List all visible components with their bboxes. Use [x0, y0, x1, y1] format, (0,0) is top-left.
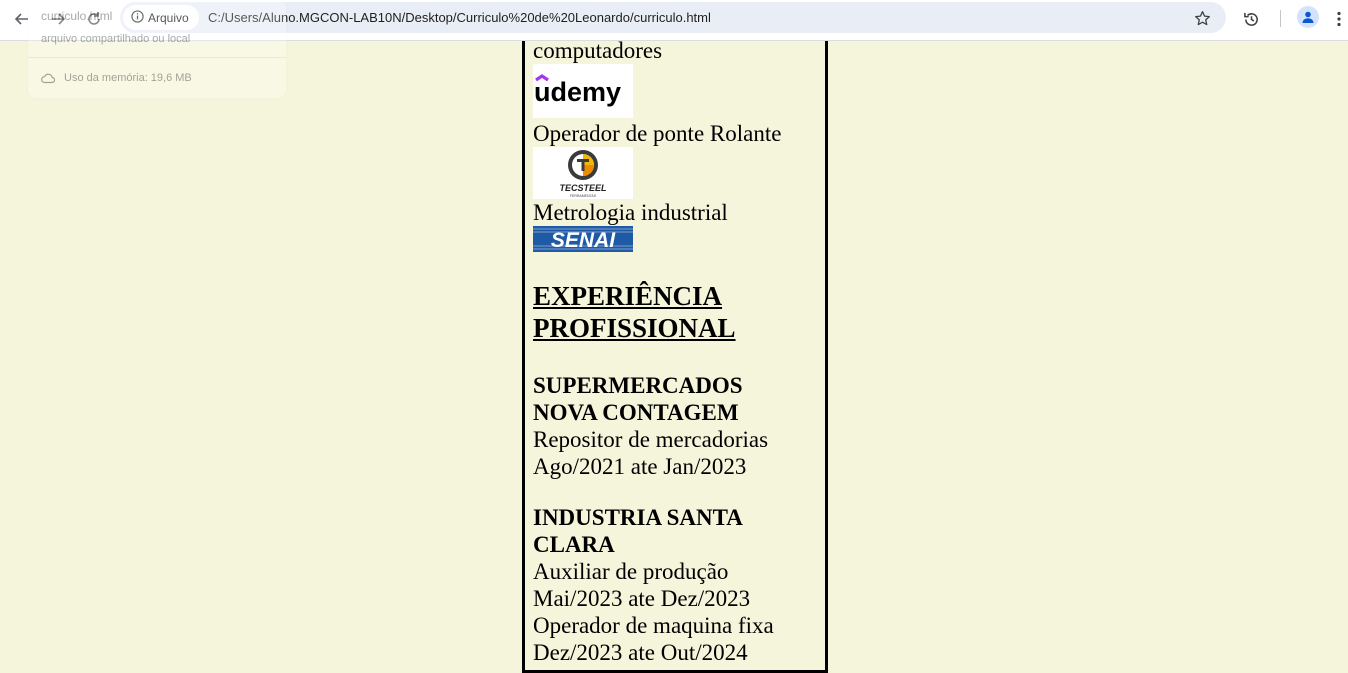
more-icon[interactable]	[1330, 5, 1348, 33]
star-icon[interactable]	[1189, 5, 1215, 31]
cloud-icon	[41, 71, 56, 89]
svg-text:FERRAMENTAS: FERRAMENTAS	[570, 194, 597, 198]
experience-heading-line2: PROFISSIONAL	[533, 313, 736, 343]
experience-heading-line1: EXPERIÊNCIA	[533, 281, 723, 311]
curriculum-box: computadores udemy Operador de ponte Rol…	[522, 0, 828, 673]
hover-card-memory: Uso da memória: 19,6 MB	[64, 72, 192, 84]
udemy-logo: udemy	[533, 64, 633, 118]
course-text: computadores	[533, 38, 663, 63]
company-name: INDUSTRIA SANTA	[533, 505, 743, 530]
job-role: Repositor de mercadorias	[533, 427, 769, 452]
company-name: NOVA CONTAGEM	[533, 400, 739, 425]
browser-toolbar: Arquivo C:/Users/Aluno.MGCON-LAB10N/Desk…	[0, 0, 1348, 41]
profile-icon[interactable]	[1297, 6, 1319, 28]
course-text: Metrologia industrial	[533, 200, 728, 225]
svg-text:SENAI: SENAI	[551, 229, 616, 252]
job-role: Operador de maquina fixa	[533, 613, 774, 638]
svg-text:TECSTEEL: TECSTEEL	[559, 183, 606, 193]
svg-text:udemy: udemy	[534, 77, 621, 107]
tecsteel-logo: TECSTEEL FERRAMENTAS	[533, 147, 633, 199]
toolbar-divider	[1280, 10, 1281, 27]
reload-icon[interactable]	[80, 5, 108, 33]
job-period: Ago/2021 ate Jan/2023	[533, 454, 747, 479]
back-icon[interactable]	[8, 5, 36, 33]
address-bar[interactable]: Arquivo C:/Users/Aluno.MGCON-LAB10N/Desk…	[120, 2, 1226, 33]
hover-card-divider	[28, 57, 286, 58]
forward-icon[interactable]	[44, 5, 72, 33]
history-icon[interactable]	[1237, 5, 1265, 33]
site-info-label: Arquivo	[148, 10, 189, 25]
job-period: Dez/2023 ate Out/2024	[533, 640, 748, 665]
company-name: CLARA	[533, 532, 615, 557]
job-role: Auxiliar de produção	[533, 559, 729, 584]
url-text[interactable]: C:/Users/Aluno.MGCON-LAB10N/Desktop/Curr…	[208, 10, 711, 25]
info-icon	[131, 9, 144, 26]
course-text: Operador de ponte Rolante	[533, 121, 782, 146]
company-name: SUPERMERCADOS	[533, 373, 743, 398]
senai-logo: SENAI	[533, 226, 633, 252]
job-period: Mai/2023 ate Dez/2023	[533, 586, 751, 611]
site-info-chip[interactable]: Arquivo	[123, 5, 199, 30]
